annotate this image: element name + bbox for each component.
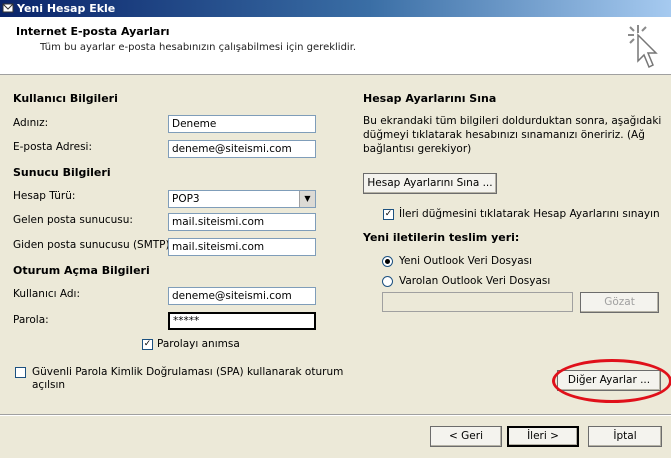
new-pst-label: Yeni Outlook Veri Dosyası bbox=[399, 255, 533, 267]
server-info-heading: Sunucu Bilgileri bbox=[13, 166, 111, 179]
password-input[interactable]: ***** bbox=[168, 312, 316, 330]
user-info-heading: Kullanıcı Bilgileri bbox=[13, 92, 118, 105]
test-desc-line1: Bu ekrandaki tüm bilgileri doldurduktan … bbox=[363, 115, 662, 127]
next-button[interactable]: İleri > bbox=[507, 426, 579, 447]
test-settings-heading: Hesap Ayarlarını Sına bbox=[363, 92, 497, 105]
pst-path-input[interactable] bbox=[382, 292, 573, 312]
browse-button[interactable]: Gözat bbox=[580, 292, 659, 313]
incoming-server-input[interactable]: mail.siteismi.com bbox=[168, 213, 316, 231]
wizard-header: Internet E-posta Ayarları Tüm bu ayarlar… bbox=[0, 17, 671, 75]
email-label: E-posta Adresi: bbox=[13, 141, 93, 153]
sparkle-cursor-icon bbox=[628, 25, 658, 69]
delivery-heading: Yeni iletilerin teslim yeri: bbox=[363, 231, 520, 244]
outgoing-server-label: Giden posta sunucusu (SMTP): bbox=[13, 239, 174, 251]
logon-info-heading: Oturum Açma Bilgileri bbox=[13, 264, 150, 277]
remember-password-label: Parolayı anımsa bbox=[157, 338, 240, 350]
window-title: Yeni Hesap Ekle bbox=[17, 2, 116, 15]
envelope-icon bbox=[2, 3, 14, 13]
spa-label-line1: Güvenli Parola Kimlik Doğrulaması (SPA) … bbox=[32, 366, 344, 378]
username-input[interactable]: deneme@siteismi.com bbox=[168, 287, 316, 305]
outgoing-server-input[interactable]: mail.siteismi.com bbox=[168, 238, 316, 256]
name-input[interactable]: Deneme bbox=[168, 115, 316, 133]
existing-pst-radio[interactable] bbox=[382, 276, 393, 287]
test-desc-line2: düğmeyi tıklatarak hesabınızı sınamanızı… bbox=[363, 129, 645, 141]
account-type-select[interactable]: POP3 ▼ bbox=[168, 190, 316, 208]
new-pst-radio[interactable] bbox=[382, 256, 393, 267]
remember-password-checkbox[interactable]: ✓ bbox=[142, 339, 153, 350]
existing-pst-label: Varolan Outlook Veri Dosyası bbox=[399, 275, 551, 287]
username-label: Kullanıcı Adı: bbox=[13, 288, 81, 300]
account-type-value: POP3 bbox=[172, 193, 200, 205]
cancel-button[interactable]: İptal bbox=[588, 426, 662, 447]
password-label: Parola: bbox=[13, 314, 49, 326]
title-bar: Yeni Hesap Ekle bbox=[0, 0, 671, 17]
footer-divider bbox=[0, 414, 671, 416]
test-desc-line3: bağlantısı gerekiyor) bbox=[363, 143, 472, 155]
email-input[interactable]: deneme@siteismi.com bbox=[168, 140, 316, 158]
test-settings-button[interactable]: Hesap Ayarlarını Sına ... bbox=[363, 173, 497, 194]
page-title: Internet E-posta Ayarları bbox=[16, 25, 170, 38]
back-button[interactable]: < Geri bbox=[430, 426, 502, 447]
page-subtitle: Tüm bu ayarlar e-posta hesabınızın çalış… bbox=[40, 42, 357, 53]
highlight-annotation bbox=[552, 359, 671, 403]
auto-test-label: İleri düğmesini tıklatarak Hesap Ayarlar… bbox=[399, 208, 660, 220]
spa-checkbox[interactable] bbox=[15, 367, 26, 378]
incoming-server-label: Gelen posta sunucusu: bbox=[13, 214, 133, 226]
spa-label-line2: açılsın bbox=[32, 379, 66, 391]
account-type-label: Hesap Türü: bbox=[13, 190, 76, 202]
auto-test-checkbox[interactable]: ✓ bbox=[383, 209, 394, 220]
chevron-down-icon[interactable]: ▼ bbox=[299, 191, 315, 207]
name-label: Adınız: bbox=[13, 117, 49, 129]
